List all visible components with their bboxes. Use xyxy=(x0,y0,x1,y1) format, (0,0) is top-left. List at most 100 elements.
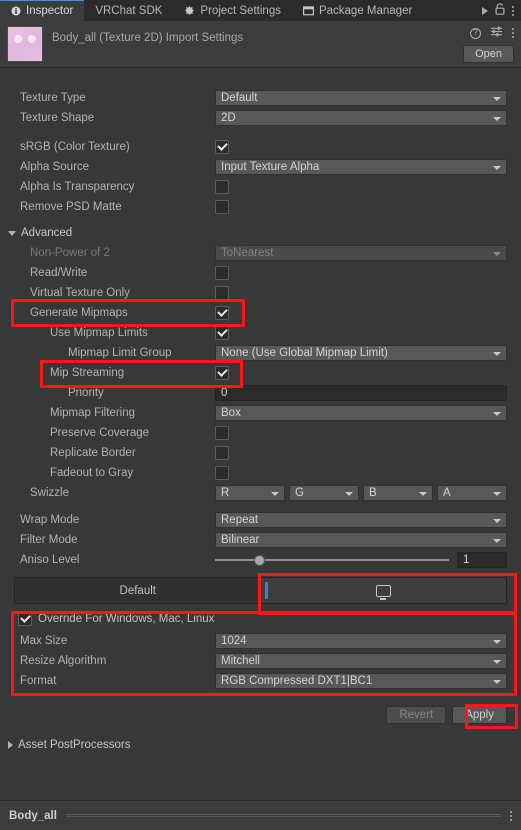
preserve-coverage-checkbox[interactable] xyxy=(215,426,229,440)
kebab-menu-icon[interactable] xyxy=(512,5,514,16)
tab-package-manager[interactable]: Package Manager xyxy=(291,0,424,21)
platform-tab-default[interactable]: Default xyxy=(15,578,261,603)
virtual-texture-only-checkbox[interactable] xyxy=(215,286,229,300)
texture-type-dropdown[interactable]: Default xyxy=(215,90,507,106)
tab-vrchat-sdk-label: VRChat SDK xyxy=(95,4,163,17)
lock-icon[interactable] xyxy=(495,3,505,18)
revert-button[interactable]: Revert xyxy=(386,706,447,724)
footer-kebab-menu-icon[interactable] xyxy=(510,810,512,821)
row-mip-streaming: Mip Streaming xyxy=(0,363,521,383)
format-value: RGB Compressed DXT1|BC1 xyxy=(221,675,373,687)
filter-mode-label: Filter Mode xyxy=(20,534,78,546)
chevron-down-icon xyxy=(493,351,501,356)
header-kebab-menu-icon[interactable] xyxy=(512,28,514,38)
chevron-down-icon xyxy=(493,491,501,496)
srgb-checkbox[interactable] xyxy=(215,140,229,154)
row-fadeout-to-gray: Fadeout to Gray xyxy=(0,463,521,483)
resize-algorithm-dropdown[interactable]: Mitchell xyxy=(215,653,507,669)
asset-postprocessors-label: Asset PostProcessors xyxy=(18,739,131,751)
wrap-mode-dropdown[interactable]: Repeat xyxy=(215,512,507,528)
preview-footer: Body_all xyxy=(0,800,521,830)
unity-inspector-window: Inspector VRChat SDK Project Settings Pa… xyxy=(0,0,521,830)
platform-tab-default-label: Default xyxy=(119,584,156,597)
row-max-size: Max Size 1024 xyxy=(0,631,521,651)
row-format: Format RGB Compressed DXT1|BC1 xyxy=(0,671,521,691)
swizzle-a-dropdown[interactable]: A xyxy=(437,485,507,501)
chevron-down-icon xyxy=(493,116,501,121)
asset-postprocessors-foldout[interactable]: Asset PostProcessors xyxy=(0,735,521,755)
chevron-down-icon xyxy=(493,518,501,523)
play-arrow-icon[interactable] xyxy=(482,6,488,15)
alpha-source-value: Input Texture Alpha xyxy=(221,161,320,173)
swizzle-label: Swizzle xyxy=(30,487,69,499)
wrap-mode-label: Wrap Mode xyxy=(20,514,80,526)
mipmap-limit-group-value: None (Use Global Mipmap Limit) xyxy=(221,347,388,359)
filter-mode-dropdown[interactable]: Bilinear xyxy=(215,532,507,548)
chevron-down-icon xyxy=(345,491,353,496)
priority-field[interactable]: 0 xyxy=(215,385,507,401)
aniso-level-value: 1 xyxy=(463,554,470,566)
virtual-texture-only-label: Virtual Texture Only xyxy=(30,287,130,299)
mipmap-limit-group-label: Mipmap Limit Group xyxy=(68,347,172,359)
override-checkbox[interactable] xyxy=(18,612,32,626)
texture-shape-dropdown[interactable]: 2D xyxy=(215,110,507,126)
aniso-level-field[interactable]: 1 xyxy=(457,552,507,568)
swizzle-r-dropdown[interactable]: R xyxy=(215,485,285,501)
chevron-right-icon xyxy=(8,741,13,749)
format-dropdown[interactable]: RGB Compressed DXT1|BC1 xyxy=(215,673,507,689)
aniso-level-slider[interactable] xyxy=(215,555,449,566)
max-size-dropdown[interactable]: 1024 xyxy=(215,633,507,649)
aniso-level-slider-handle[interactable] xyxy=(254,555,266,566)
row-use-mipmap-limits: Use Mipmap Limits xyxy=(0,323,521,343)
row-swizzle: Swizzle R G B A xyxy=(0,483,521,503)
format-label: Format xyxy=(20,675,57,687)
row-texture-shape: Texture Shape 2D xyxy=(0,108,521,128)
max-size-label: Max Size xyxy=(20,635,68,647)
use-mipmap-limits-checkbox[interactable] xyxy=(215,326,229,340)
use-mipmap-limits-label: Use Mipmap Limits xyxy=(50,327,148,339)
read-write-checkbox[interactable] xyxy=(215,266,229,280)
replicate-border-checkbox[interactable] xyxy=(215,446,229,460)
mipmap-limit-group-dropdown[interactable]: None (Use Global Mipmap Limit) xyxy=(215,345,507,361)
row-resize-algorithm: Resize Algorithm Mitchell xyxy=(0,651,521,671)
tab-inspector[interactable]: Inspector xyxy=(0,0,85,21)
aniso-level-control: 1 xyxy=(215,552,507,568)
chevron-down-icon xyxy=(8,230,16,236)
swizzle-a-value: A xyxy=(443,487,451,499)
advanced-foldout[interactable]: Advanced xyxy=(0,223,521,243)
swizzle-b-value: B xyxy=(369,487,377,499)
generate-mipmaps-label: Generate Mipmaps xyxy=(30,307,128,319)
tab-vrchat-sdk[interactable]: VRChat SDK xyxy=(84,0,174,21)
texture-shape-label: Texture Shape xyxy=(20,112,95,124)
remove-psd-matte-checkbox[interactable] xyxy=(215,200,229,214)
priority-label: Priority xyxy=(68,387,104,399)
apply-button[interactable]: Apply xyxy=(452,706,507,724)
chevron-down-icon xyxy=(493,659,501,664)
mipmap-filtering-dropdown[interactable]: Box xyxy=(215,405,507,421)
platform-tab-strip: Default xyxy=(14,577,507,604)
swizzle-b-dropdown[interactable]: B xyxy=(363,485,433,501)
fadeout-to-gray-checkbox[interactable] xyxy=(215,466,229,480)
footer-divider xyxy=(65,814,501,817)
preserve-coverage-label: Preserve Coverage xyxy=(50,427,150,439)
mip-streaming-checkbox[interactable] xyxy=(215,366,229,380)
wrap-mode-value: Repeat xyxy=(221,514,259,526)
row-mipmap-filtering: Mipmap Filtering Box xyxy=(0,403,521,423)
texture-thumbnail[interactable] xyxy=(7,26,43,62)
row-remove-psd-matte: Remove PSD Matte xyxy=(0,197,521,217)
aniso-level-label: Aniso Level xyxy=(20,554,80,566)
alpha-source-label: Alpha Source xyxy=(20,161,90,173)
generate-mipmaps-checkbox[interactable] xyxy=(215,306,229,320)
platform-tab-standalone[interactable] xyxy=(260,578,506,603)
open-button[interactable]: Open xyxy=(463,45,514,63)
help-icon[interactable]: ? xyxy=(470,27,481,39)
swizzle-g-dropdown[interactable]: G xyxy=(289,485,359,501)
chevron-down-icon xyxy=(493,538,501,543)
alpha-source-dropdown[interactable]: Input Texture Alpha xyxy=(215,159,507,175)
preset-icon[interactable] xyxy=(490,26,503,40)
remove-psd-matte-label: Remove PSD Matte xyxy=(20,201,122,213)
texture-type-label: Texture Type xyxy=(20,92,86,104)
tab-project-settings[interactable]: Project Settings xyxy=(173,0,292,21)
alpha-is-transparency-checkbox[interactable] xyxy=(215,180,229,194)
swizzle-dropdown-group: R G B A xyxy=(215,485,507,501)
